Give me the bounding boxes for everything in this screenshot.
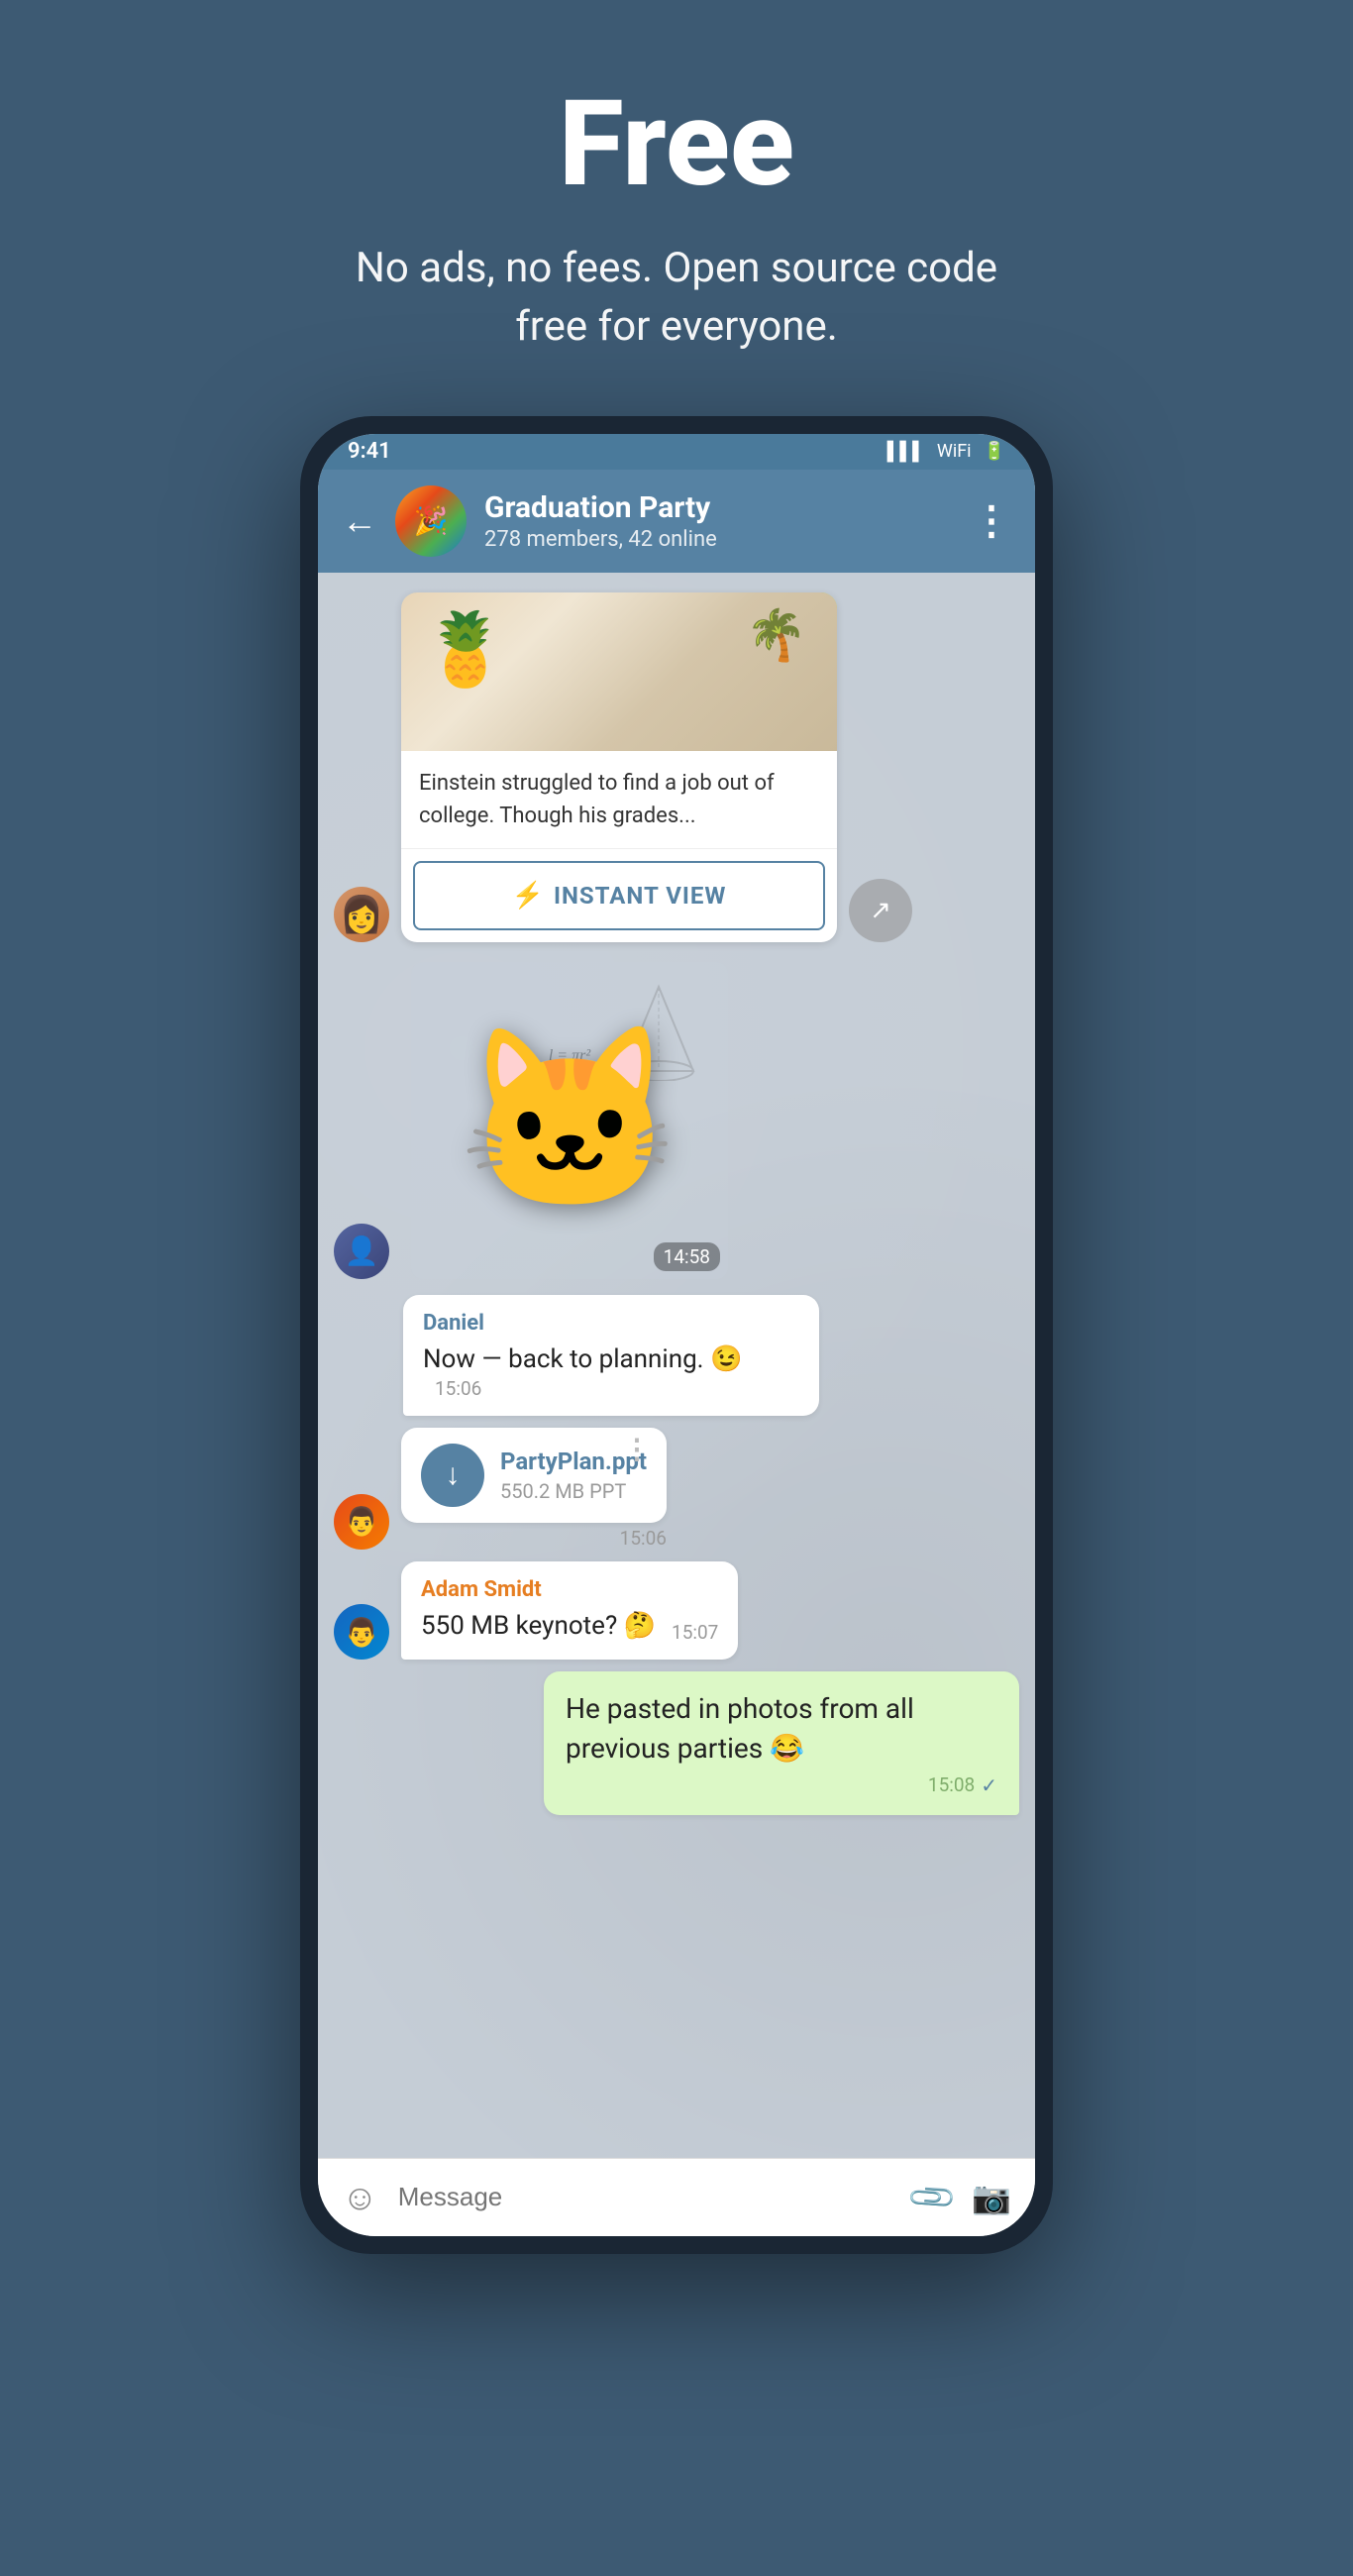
file-message-wrapper: ↓ PartyPlan.ppt 550.2 MB PPT ⋮ 15:06 <box>401 1428 667 1550</box>
status-bar: 9:41 ▌▌▌ WiFi 🔋 <box>318 434 1035 470</box>
chat-info: Graduation Party 278 members, 42 online <box>484 490 954 552</box>
attach-button[interactable]: 📎 <box>905 2170 960 2224</box>
phone-outer-frame: 9:41 ▌▌▌ WiFi 🔋 ← 🎉 Graduation Party 278… <box>300 416 1053 2254</box>
adam-time: 15:07 <box>672 1621 718 1644</box>
messages-area: 👩 🍍 🌴 Einstein struggled to find a job o… <box>318 573 1035 2158</box>
cat-sticker: 🐱 <box>411 962 728 1279</box>
article-message-row: 👩 🍍 🌴 Einstein struggled to find a job o… <box>334 592 1019 942</box>
file-bubble: ↓ PartyPlan.ppt 550.2 MB PPT ⋮ <box>401 1428 667 1523</box>
adam-message-row: 👨 Adam Smidt 550 MB keynote? 🤔 15:07 <box>334 1561 1019 1660</box>
chat-name: Graduation Party <box>484 490 954 525</box>
back-button[interactable]: ← <box>342 503 377 539</box>
daniel-text: Now — back to planning. 😉 <box>423 1344 742 1374</box>
hero-section: Free No ads, no fees. Open source code f… <box>0 0 1353 416</box>
adam-bubble: Adam Smidt 550 MB keynote? 🤔 15:07 <box>401 1561 738 1660</box>
message-input[interactable] <box>398 2182 893 2212</box>
phone-screen: 9:41 ▌▌▌ WiFi 🔋 ← 🎉 Graduation Party 278… <box>318 434 1035 2236</box>
own-time-row: 15:08 ✓ <box>566 1773 997 1797</box>
file-sender-avatar: 👨 <box>334 1494 389 1550</box>
own-message-bubble: He pasted in photos from all previous pa… <box>544 1671 1019 1814</box>
share-button[interactable]: ↗ <box>849 879 912 942</box>
daniel-message: Daniel Now — back to planning. 😉 15:06 <box>403 1295 1019 1416</box>
chat-avatar: 🎉 <box>395 485 467 557</box>
battery-icon: 🔋 <box>984 441 1005 462</box>
daniel-bubble: Daniel Now — back to planning. 😉 15:06 <box>403 1295 819 1416</box>
chat-members: 278 members, 42 online <box>484 527 954 552</box>
camera-button[interactable]: 📷 <box>972 2179 1011 2216</box>
more-button[interactable]: ⋮ <box>972 509 1011 533</box>
hero-subtitle: No ads, no fees. Open source code free f… <box>330 240 1023 357</box>
instant-view-button[interactable]: ⚡ INSTANT VIEW <box>413 861 825 930</box>
sticker-container: l = πr² A = πr²h V = l³ P = 2πr s = √(r²… <box>411 962 728 1279</box>
article-card: 🍍 🌴 Einstein struggled to find a job out… <box>401 592 837 942</box>
read-checkmark: ✓ <box>981 1773 997 1797</box>
emoji-button[interactable]: ☺ <box>342 2177 378 2218</box>
share-icon: ↗ <box>870 896 891 925</box>
hero-title: Free <box>40 79 1313 210</box>
own-message-text: He pasted in photos from all previous pa… <box>566 1689 997 1767</box>
file-time: 15:06 <box>401 1527 667 1550</box>
instant-view-label: INSTANT VIEW <box>554 882 726 910</box>
article-image-decor2: 🌴 <box>746 607 807 665</box>
message-input-bar: ☺ 📎 📷 <box>318 2158 1035 2236</box>
own-message-time: 15:08 <box>928 1773 975 1796</box>
own-message-wrapper: He pasted in photos from all previous pa… <box>334 1671 1019 1814</box>
file-size: 550.2 MB PPT <box>500 1479 647 1503</box>
sticker-time: 14:58 <box>654 1242 720 1271</box>
daniel-time: 15:06 <box>435 1377 481 1400</box>
status-icons: ▌▌▌ WiFi 🔋 <box>887 441 1005 462</box>
sticker-sender-avatar: 👤 <box>334 1224 389 1279</box>
bolt-icon: ⚡ <box>512 881 544 911</box>
sticker-message-row: 👤 l = πr² A = πr²h V = l³ P = 2πr s = √(… <box>334 962 1019 1279</box>
file-download-button[interactable]: ↓ <box>421 1444 484 1507</box>
status-time: 9:41 <box>348 439 391 464</box>
phone-mockup: 9:41 ▌▌▌ WiFi 🔋 ← 🎉 Graduation Party 278… <box>300 416 1053 2254</box>
file-more-button[interactable]: ⋮ <box>623 1442 651 1458</box>
article-image-decor: 🍍 <box>421 607 510 692</box>
wifi-icon: WiFi <box>937 441 972 462</box>
download-icon: ↓ <box>446 1457 461 1492</box>
article-preview-text: Einstein struggled to find a job out of … <box>401 751 837 849</box>
signal-icon: ▌▌▌ <box>887 441 925 462</box>
adam-text: 550 MB keynote? 🤔 <box>421 1611 656 1641</box>
article-sender-avatar: 👩 <box>334 887 389 942</box>
file-message-row: 👨 ↓ PartyPlan.ppt 550.2 MB PPT ⋮ <box>334 1428 1019 1550</box>
article-image: 🍍 🌴 <box>401 592 837 751</box>
chat-header: ← 🎉 Graduation Party 278 members, 42 onl… <box>318 470 1035 573</box>
adam-sender-avatar: 👨 <box>334 1604 389 1660</box>
cat-emoji: 🐱 <box>459 1016 680 1225</box>
adam-sender-name: Adam Smidt <box>421 1577 718 1602</box>
daniel-sender-name: Daniel <box>423 1311 799 1336</box>
